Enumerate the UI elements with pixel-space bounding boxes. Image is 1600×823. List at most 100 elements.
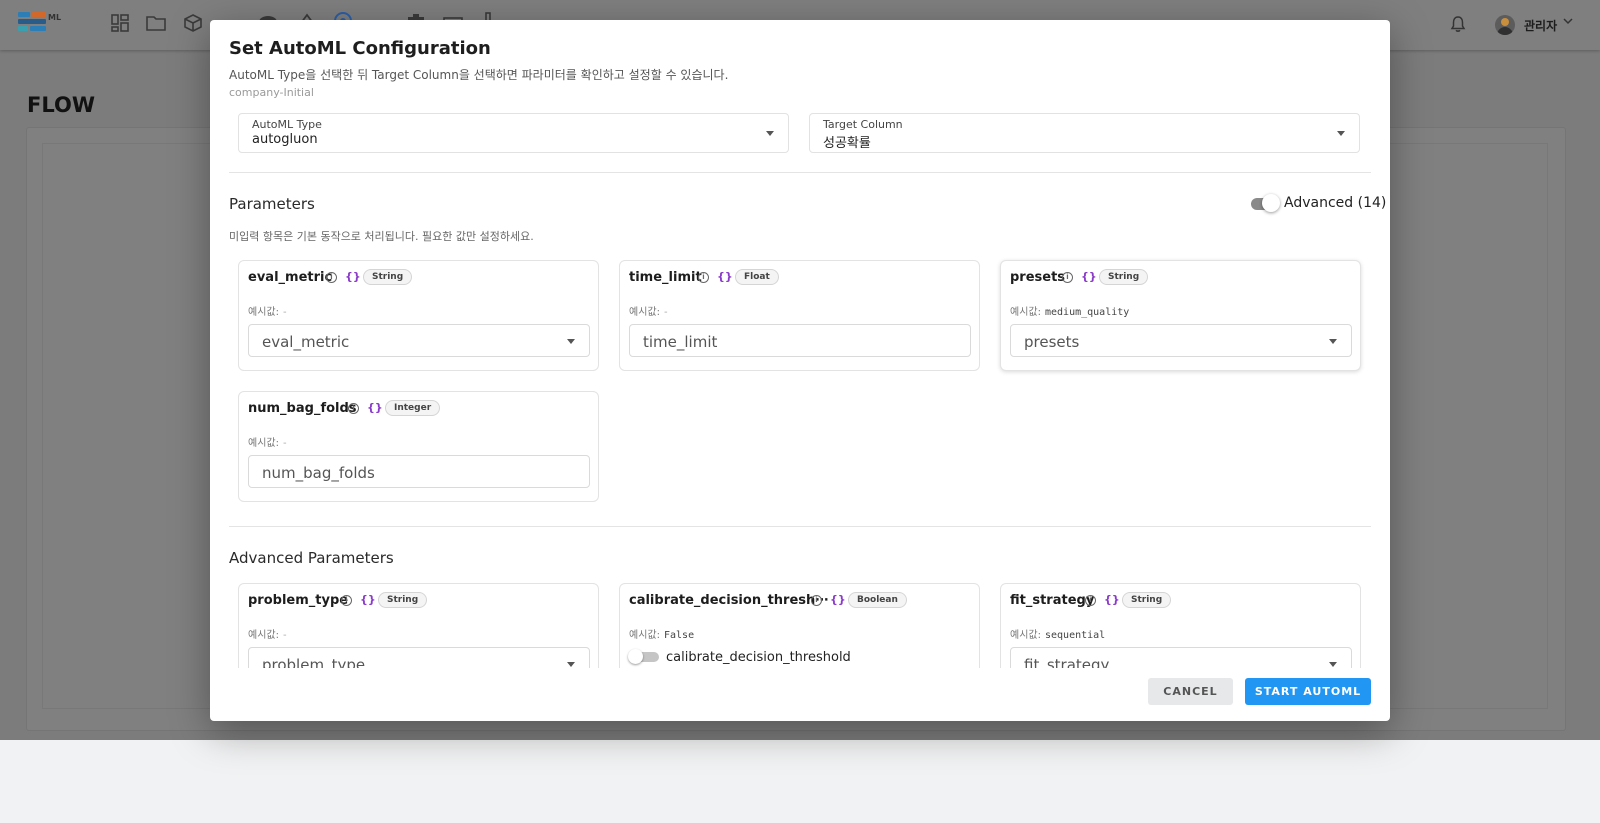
automl-type-select[interactable]: AutoML Type autogluon	[238, 113, 789, 153]
cube-icon[interactable]	[183, 14, 203, 34]
code-braces-icon[interactable]: {}	[367, 401, 383, 414]
logo-ml-text: ML	[48, 13, 62, 22]
example-value: 예시값: -	[248, 434, 287, 449]
select-placeholder: problem_type	[262, 656, 366, 668]
problem-type-select[interactable]: problem_type	[248, 647, 590, 668]
param-card-problem-type: problem_type i {} String 예시값: - problem_t…	[238, 583, 599, 668]
chevron-down-icon[interactable]	[1563, 17, 1573, 28]
switch-knob[interactable]	[628, 649, 643, 664]
target-column-value: 성공확률	[823, 136, 871, 151]
param-card-presets: presets i {} String 예시값: medium_quality p…	[1000, 260, 1361, 371]
param-card-fit-strategy: fit_strategy i {} String 예시값: sequential …	[1000, 583, 1361, 668]
select-placeholder: eval_metric	[262, 333, 350, 351]
param-name: eval_metric	[248, 270, 333, 285]
logo-bar	[18, 26, 28, 31]
type-badge: String	[1099, 269, 1149, 285]
caret-down-icon	[567, 339, 575, 344]
param-name: num_bag_folds	[248, 401, 357, 416]
example-label: 예시값:	[248, 307, 279, 318]
type-badge: Boolean	[848, 592, 907, 608]
info-icon[interactable]: i	[1062, 272, 1073, 283]
param-card-time-limit: time_limit i {} Float 예시값: - time_limit	[619, 260, 980, 371]
divider	[229, 526, 1371, 527]
param-name: fit_strategy	[1010, 593, 1095, 608]
info-icon[interactable]: i	[348, 403, 359, 414]
caret-down-icon	[1337, 131, 1345, 136]
dialog-subtitle: AutoML Type을 선택한 뒤 Target Column을 선택하면 파…	[229, 68, 729, 82]
info-icon[interactable]: i	[811, 595, 822, 606]
caret-down-icon	[1329, 662, 1337, 667]
start-automl-button[interactable]: START AUTOML	[1245, 678, 1371, 705]
eval-metric-select[interactable]: eval_metric	[248, 324, 590, 357]
code-braces-icon[interactable]: {}	[830, 593, 846, 606]
param-name: problem_type	[248, 593, 349, 608]
type-badge: Float	[735, 269, 779, 285]
calibrate-threshold-switch[interactable]	[628, 649, 659, 664]
bell-icon[interactable]	[1450, 15, 1466, 37]
fit-strategy-select[interactable]: fit_strategy	[1010, 647, 1352, 668]
code-braces-icon[interactable]: {}	[360, 593, 376, 606]
example-text: -	[282, 307, 287, 318]
advanced-toggle-label: Advanced (14)	[1284, 195, 1387, 211]
type-badge: String	[378, 592, 428, 608]
info-icon[interactable]: i	[1085, 595, 1096, 606]
type-badge: String	[1122, 592, 1172, 608]
dialog-title: Set AutoML Configuration	[229, 38, 491, 59]
input-placeholder: num_bag_folds	[262, 464, 375, 482]
info-icon[interactable]: i	[326, 272, 337, 283]
automl-config-dialog: Set AutoML Configuration AutoML Type을 선택…	[210, 20, 1390, 721]
code-braces-icon[interactable]: {}	[1081, 270, 1097, 283]
example-label: 예시값:	[1010, 307, 1041, 318]
avatar[interactable]	[1495, 15, 1515, 35]
code-braces-icon[interactable]: {}	[1104, 593, 1120, 606]
logo-bar	[18, 12, 30, 17]
info-icon[interactable]: i	[698, 272, 709, 283]
cancel-button[interactable]: CANCEL	[1148, 678, 1233, 705]
info-icon[interactable]: i	[341, 595, 352, 606]
page-title: FLOW	[27, 93, 95, 117]
caret-down-icon	[1329, 339, 1337, 344]
folder-icon[interactable]	[146, 14, 166, 34]
input-placeholder: time_limit	[643, 333, 718, 351]
example-text: -	[282, 438, 287, 449]
param-name: presets	[1010, 270, 1066, 285]
example-label: 예시값:	[629, 307, 660, 318]
example-text: sequential	[1044, 630, 1106, 641]
automl-type-label: AutoML Type	[252, 118, 322, 131]
example-value: 예시값: medium_quality	[1010, 303, 1129, 318]
example-text: False	[663, 630, 695, 641]
example-label: 예시값:	[629, 630, 660, 641]
logo-bar	[32, 12, 46, 17]
app-logo[interactable]	[18, 12, 46, 34]
param-card-eval-metric: eval_metric i {} String 예시값: - eval_metri…	[238, 260, 599, 371]
example-value: 예시값: -	[248, 626, 287, 641]
logo-bar	[30, 26, 46, 31]
advanced-parameters-title: Advanced Parameters	[229, 549, 394, 567]
time-limit-input[interactable]: time_limit	[629, 324, 971, 357]
num-bag-folds-input[interactable]: num_bag_folds	[248, 455, 590, 488]
example-value: 예시값: -	[629, 303, 668, 318]
divider	[229, 172, 1371, 173]
code-braces-icon[interactable]: {}	[345, 270, 361, 283]
user-name[interactable]: 관리자	[1524, 17, 1557, 34]
target-column-label: Target Column	[823, 118, 903, 131]
logo-bar	[18, 19, 46, 24]
example-label: 예시값:	[1010, 630, 1041, 641]
dashboard-icon[interactable]	[110, 14, 130, 34]
example-text: -	[282, 630, 287, 641]
select-placeholder: fit_strategy	[1024, 656, 1110, 668]
code-braces-icon[interactable]: {}	[717, 270, 733, 283]
param-card-calibrate-decision-threshold: calibrate_decision_thresh⋯ i {} Boolean …	[619, 583, 980, 668]
param-name: time_limit	[629, 270, 702, 285]
example-value: 예시값: False	[629, 626, 694, 641]
dialog-scroll-area[interactable]: Set AutoML Configuration AutoML Type을 선택…	[210, 20, 1390, 668]
page-bottom	[0, 740, 1600, 823]
presets-select[interactable]: presets	[1010, 324, 1352, 357]
example-text: medium_quality	[1044, 307, 1130, 318]
advanced-toggle-knob[interactable]	[1262, 194, 1280, 212]
param-card-num-bag-folds: num_bag_folds i {} Integer 예시값: - num_bag…	[238, 391, 599, 502]
example-label: 예시값:	[248, 630, 279, 641]
automl-type-value: autogluon	[252, 132, 318, 147]
target-column-select[interactable]: Target Column 성공확률	[809, 113, 1360, 153]
select-placeholder: presets	[1024, 333, 1080, 351]
